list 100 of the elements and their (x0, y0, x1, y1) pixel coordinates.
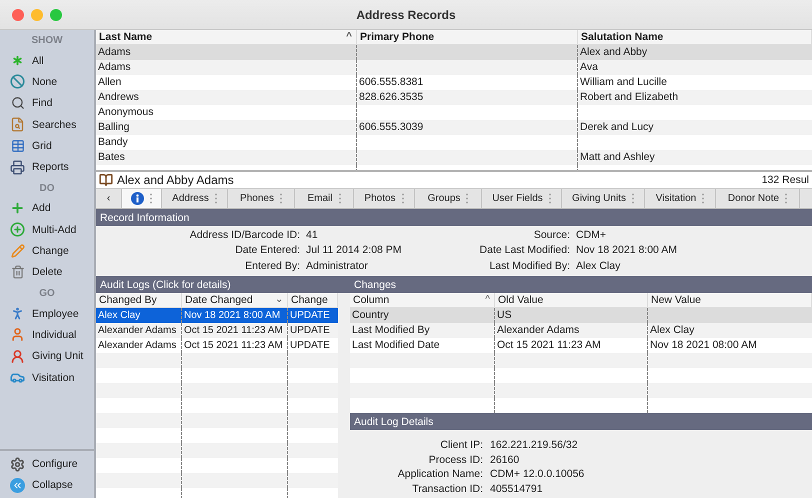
collapse-icon (10, 478, 25, 493)
sort-indicator: ^ (485, 295, 490, 305)
field-value: CDM+ (576, 228, 608, 242)
sidebar-heading: DO (40, 182, 54, 194)
sidebar-item[interactable]: Delete (0, 262, 62, 283)
field-label: Date Entered: (234, 244, 300, 258)
field-value: 26160 (490, 454, 520, 467)
sidebar-item[interactable]: Searches (0, 114, 76, 136)
record-name: Alex and Abby Adams (117, 173, 234, 187)
drag-handle-icon (214, 193, 217, 204)
field-label: Transaction ID: (411, 482, 483, 496)
column-header[interactable]: Salutation Name (578, 30, 812, 45)
column-header[interactable]: Date Changed ⌄ (182, 293, 288, 308)
field-label: Date Last Modified: (478, 244, 570, 258)
table-row[interactable]: Adams Ava (96, 60, 812, 75)
table-row[interactable]: Alexander Adams Oct 15 2021 11:23 AM UPDATE (96, 323, 338, 338)
table-cell-text: Matt and Ashley (579, 150, 656, 165)
section-title: Audit Logs (Click for details) (99, 278, 232, 290)
drag-handle-icon (466, 193, 468, 204)
drag-handle-icon (702, 193, 704, 204)
zoom-button[interactable] (50, 8, 62, 20)
sidebar-item[interactable]: None (0, 71, 58, 93)
field-label: Application Name: (396, 468, 483, 482)
table-cell-text: Nov 18 2021 08:00 AM (649, 338, 758, 353)
table-cell-text: Derek and Lucy (579, 120, 655, 135)
grid-icon (10, 138, 25, 154)
sidebar-item[interactable]: Reports (0, 156, 69, 178)
user-icon (10, 348, 25, 364)
table-cell-text: UPDATE (289, 309, 331, 323)
sidebar-item[interactable]: Giving Unit (0, 346, 84, 367)
sidebar-item[interactable]: Configure (0, 453, 78, 475)
sidebar-heading: SHOW (31, 35, 63, 46)
printer-icon (10, 160, 25, 175)
table-row[interactable]: Alex Clay Nov 18 2021 8:00 AM UPDATE (96, 308, 338, 323)
drag-handle-icon (280, 193, 282, 204)
column-header[interactable]: Changed By (96, 293, 182, 308)
table-cell-text: Alex and Abby (579, 45, 648, 60)
column-header[interactable]: Primary Phone (357, 30, 578, 45)
sidebar-item[interactable]: Change (0, 240, 69, 262)
info-icon (131, 192, 144, 205)
table-row[interactable]: Balling 606.555.3039 Derek and Lucy (96, 120, 812, 135)
column-header[interactable]: New Value (648, 293, 812, 308)
sidebar-item[interactable]: Find (0, 92, 52, 114)
drag-handle-icon (785, 193, 788, 204)
section-title: Changes (353, 278, 398, 290)
trash-icon (10, 264, 25, 280)
table-cell-text: UPDATE (289, 339, 331, 353)
user-icon (10, 327, 25, 342)
column-header[interactable]: Change (288, 293, 338, 308)
field-value: Administrator (306, 260, 369, 274)
sidebar-heading: GO (39, 288, 55, 299)
drag-handle-icon (150, 193, 152, 204)
close-button[interactable] (12, 8, 24, 20)
drag-handle-icon (338, 193, 340, 204)
sidebar-item[interactable]: Add (0, 198, 51, 220)
minimize-button[interactable] (31, 8, 43, 20)
column-header[interactable]: Column ^ (350, 293, 495, 308)
sidebar-item[interactable]: Employee (0, 302, 79, 324)
field-value: CDM+ 12.0.0.10056 (490, 468, 586, 482)
sidebar-item[interactable]: Multi-Add (0, 219, 76, 240)
search-icon (10, 96, 25, 111)
field-value: 41 (306, 228, 319, 242)
table-row[interactable]: Last Modified By Alexander Adams Alex Clay (350, 323, 812, 338)
drag-handle-icon (402, 193, 404, 204)
table-cell-text: Ava (579, 60, 599, 75)
column-header[interactable]: Old Value (495, 293, 648, 308)
table-cell-text: UPDATE (289, 324, 331, 338)
plus-icon (10, 200, 25, 216)
field-label: Process ID: (428, 454, 483, 467)
drag-handle-icon (548, 193, 551, 204)
settings-icon (10, 456, 25, 472)
table-row[interactable]: Bates Matt and Ashley (96, 150, 812, 165)
ban-icon (10, 74, 25, 90)
column-header[interactable]: Last Name ^ (96, 30, 357, 45)
sidebar-item[interactable]: Individual (0, 324, 76, 346)
table-row[interactable]: Country US (350, 308, 812, 323)
info-tab[interactable] (122, 189, 162, 208)
field-value: Alex Clay (576, 260, 622, 274)
table-row[interactable]: Andrews 828.626.3535 Robert and Elizabeth (96, 90, 812, 105)
table-row[interactable]: Adams Alex and Abby (96, 45, 812, 60)
section-title: Audit Log Details (354, 416, 434, 428)
section-title: Record Information (100, 212, 190, 224)
table-cell-text: Alex Clay (649, 323, 696, 338)
field-label: Last Modified By: (488, 260, 570, 274)
field-label: Entered By: (244, 260, 300, 274)
field-label: Address ID/Barcode ID: (188, 228, 300, 242)
field-label: Source: (532, 228, 570, 242)
sidebar-item[interactable]: All (0, 50, 44, 72)
table-cell-text: William and Lucille (579, 75, 668, 90)
sidebar-item[interactable]: Visitation (0, 366, 74, 388)
file-search-icon (10, 117, 25, 132)
window-title: Address Records (356, 8, 456, 22)
result-count: 132 Resul (762, 174, 809, 186)
sidebar-item[interactable]: Grid (0, 135, 52, 156)
field-value: 162.221.219.56/32 (490, 439, 579, 452)
book-icon (99, 173, 113, 187)
pencil-icon (10, 244, 25, 259)
sort-indicator: ^ (346, 32, 352, 42)
field-value: Jul 11 2014 2:08 PM (306, 244, 403, 258)
sidebar-item[interactable]: Collapse (0, 474, 73, 496)
